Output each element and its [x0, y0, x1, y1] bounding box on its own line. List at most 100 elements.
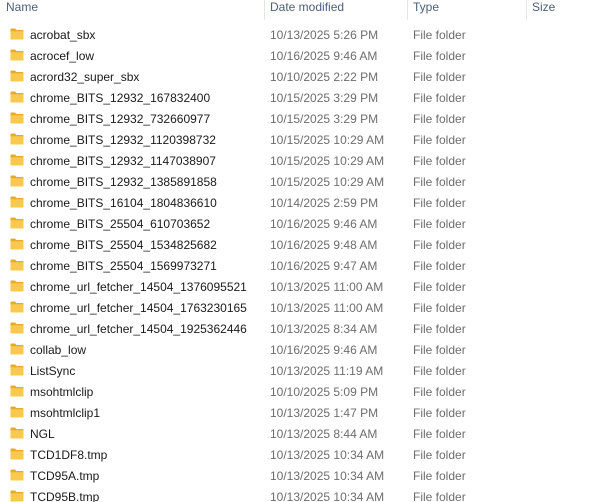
date-modified: 10/15/2025 10:29 AM [270, 154, 385, 168]
file-name[interactable]: chrome_url_fetcher_14504_1763230165 [30, 301, 247, 315]
file-name[interactable]: acrocef_low [30, 49, 94, 63]
date-modified: 10/10/2025 5:09 PM [270, 385, 379, 399]
file-explorer: Name Date modified Type Size acrobat_sbx… [0, 0, 590, 502]
date-modified: 10/13/2025 11:19 AM [270, 364, 384, 378]
file-type: File folder [413, 469, 466, 483]
folder-icon [10, 238, 24, 250]
file-name[interactable]: msohtmlclip1 [30, 406, 100, 420]
file-list-item[interactable]: acrobat_sbx 10/13/2025 5:26 PM File folder [0, 25, 590, 46]
date-modified: 10/13/2025 1:47 PM [270, 406, 379, 420]
file-list-item[interactable]: chrome_BITS_12932_1120398732 10/15/2025 1… [0, 130, 590, 151]
file-type: File folder [413, 154, 466, 168]
folder-icon [10, 343, 24, 355]
file-list-item[interactable]: acrocef_low 10/16/2025 9:46 AM File folder [0, 46, 590, 67]
folder-icon [10, 112, 24, 124]
date-modified: 10/16/2025 9:47 AM [270, 259, 378, 273]
folder-icon [10, 259, 24, 271]
folder-icon [10, 154, 24, 166]
file-name[interactable]: chrome_BITS_12932_1147038907 [30, 154, 216, 168]
file-list-item[interactable]: chrome_BITS_12932_1147038907 10/15/2025 1… [0, 151, 590, 172]
file-type: File folder [413, 217, 466, 231]
column-header-size[interactable]: Size [526, 0, 590, 20]
folder-icon [10, 385, 24, 397]
date-modified: 10/13/2025 11:00 AM [270, 301, 384, 315]
date-modified: 10/13/2025 10:34 AM [270, 469, 385, 483]
file-list-item[interactable]: ListSync 10/13/2025 11:19 AM File folder [0, 361, 590, 382]
date-modified: 10/16/2025 9:46 AM [270, 217, 378, 231]
date-modified: 10/13/2025 11:00 AM [270, 280, 384, 294]
file-list-item[interactable]: chrome_url_fetcher_14504_1763230165 10/13… [0, 298, 590, 319]
folder-icon [10, 196, 24, 208]
file-type: File folder [413, 112, 466, 126]
file-name[interactable]: chrome_BITS_16104_1804836610 [30, 196, 217, 210]
folder-icon [10, 280, 24, 292]
file-name[interactable]: acrobat_sbx [30, 28, 95, 42]
folder-icon [10, 28, 24, 40]
file-name[interactable]: msohtmlclip [30, 385, 93, 399]
file-type: File folder [413, 343, 466, 357]
file-type: File folder [413, 175, 466, 189]
file-name[interactable]: NGL [30, 427, 55, 441]
file-list-item[interactable]: chrome_BITS_16104_1804836610 10/14/2025 2… [0, 193, 590, 214]
file-type: File folder [413, 490, 466, 502]
file-type: File folder [413, 427, 466, 441]
date-modified: 10/16/2025 9:46 AM [270, 343, 378, 357]
file-name[interactable]: chrome_BITS_12932_167832400 [30, 91, 210, 105]
file-name[interactable]: chrome_BITS_12932_1385891858 [30, 175, 217, 189]
folder-icon [10, 469, 24, 481]
file-name[interactable]: chrome_BITS_25504_1569973271 [30, 259, 217, 273]
folder-icon [10, 322, 24, 334]
folder-icon [10, 448, 24, 460]
date-modified: 10/13/2025 8:44 AM [270, 427, 378, 441]
file-list-item[interactable]: TCD95A.tmp 10/13/2025 10:34 AM File folder [0, 466, 590, 487]
file-list-item[interactable]: NGL 10/13/2025 8:44 AM File folder [0, 424, 590, 445]
date-modified: 10/13/2025 10:34 AM [270, 448, 385, 462]
file-list-item[interactable]: msohtmlclip1 10/13/2025 1:47 PM File folde… [0, 403, 590, 424]
file-type: File folder [413, 133, 466, 147]
column-header-date[interactable]: Date modified [264, 0, 407, 20]
file-list-item[interactable]: msohtmlclip 10/10/2025 5:09 PM File folder [0, 382, 590, 403]
file-list-item[interactable]: chrome_url_fetcher_14504_1376095521 10/13… [0, 277, 590, 298]
file-list-item[interactable]: chrome_BITS_25504_610703652 10/16/2025 9:… [0, 214, 590, 235]
file-name[interactable]: chrome_BITS_25504_610703652 [30, 217, 210, 231]
file-type: File folder [413, 238, 466, 252]
file-list-item[interactable]: chrome_BITS_25504_1569973271 10/16/2025 9… [0, 256, 590, 277]
file-list-item[interactable]: TCD1DF8.tmp 10/13/2025 10:34 AM File folde… [0, 445, 590, 466]
file-type: File folder [413, 280, 466, 294]
file-name[interactable]: ListSync [30, 364, 75, 378]
file-list-item[interactable]: acrord32_super_sbx 10/10/2025 2:22 PM File… [0, 67, 590, 88]
folder-icon [10, 301, 24, 313]
file-name[interactable]: chrome_url_fetcher_14504_1925362446 [30, 322, 247, 336]
file-list-item[interactable]: chrome_BITS_12932_1385891858 10/15/2025 1… [0, 172, 590, 193]
file-name[interactable]: TCD1DF8.tmp [30, 448, 107, 462]
file-name[interactable]: acrord32_super_sbx [30, 70, 139, 84]
date-modified: 10/13/2025 10:34 AM [270, 490, 385, 502]
file-name[interactable]: chrome_BITS_12932_1120398732 [30, 133, 216, 147]
file-list-item[interactable]: collab_low 10/16/2025 9:46 AM File folder [0, 340, 590, 361]
file-type: File folder [413, 364, 466, 378]
file-name[interactable]: chrome_url_fetcher_14504_1376095521 [30, 280, 247, 294]
file-name[interactable]: chrome_BITS_12932_732660977 [30, 112, 210, 126]
folder-icon [10, 217, 24, 229]
column-header-bar: Name Date modified Type Size [0, 0, 590, 20]
file-name[interactable]: chrome_BITS_25504_1534825682 [30, 238, 217, 252]
file-list-item[interactable]: chrome_BITS_12932_732660977 10/15/2025 3:… [0, 109, 590, 130]
file-name[interactable]: TCD95A.tmp [30, 469, 99, 483]
file-list-item[interactable]: chrome_BITS_12932_167832400 10/15/2025 3:… [0, 88, 590, 109]
date-modified: 10/16/2025 9:48 AM [270, 238, 378, 252]
file-list-item[interactable]: chrome_BITS_25504_1534825682 10/16/2025 9… [0, 235, 590, 256]
folder-icon [10, 175, 24, 187]
file-type: File folder [413, 196, 466, 210]
column-header-type[interactable]: Type [407, 0, 526, 20]
folder-icon [10, 427, 24, 439]
file-name[interactable]: collab_low [30, 343, 86, 357]
date-modified: 10/16/2025 9:46 AM [270, 49, 378, 63]
file-list-item[interactable]: chrome_url_fetcher_14504_1925362446 10/13… [0, 319, 590, 340]
file-name[interactable]: TCD95B.tmp [30, 490, 99, 502]
folder-icon [10, 49, 24, 61]
column-header-name[interactable]: Name [0, 0, 264, 20]
file-type: File folder [413, 49, 466, 63]
date-modified: 10/15/2025 10:29 AM [270, 133, 385, 147]
folder-icon [10, 490, 24, 502]
file-list-item[interactable]: TCD95B.tmp 10/13/2025 10:34 AM File folder [0, 487, 590, 502]
